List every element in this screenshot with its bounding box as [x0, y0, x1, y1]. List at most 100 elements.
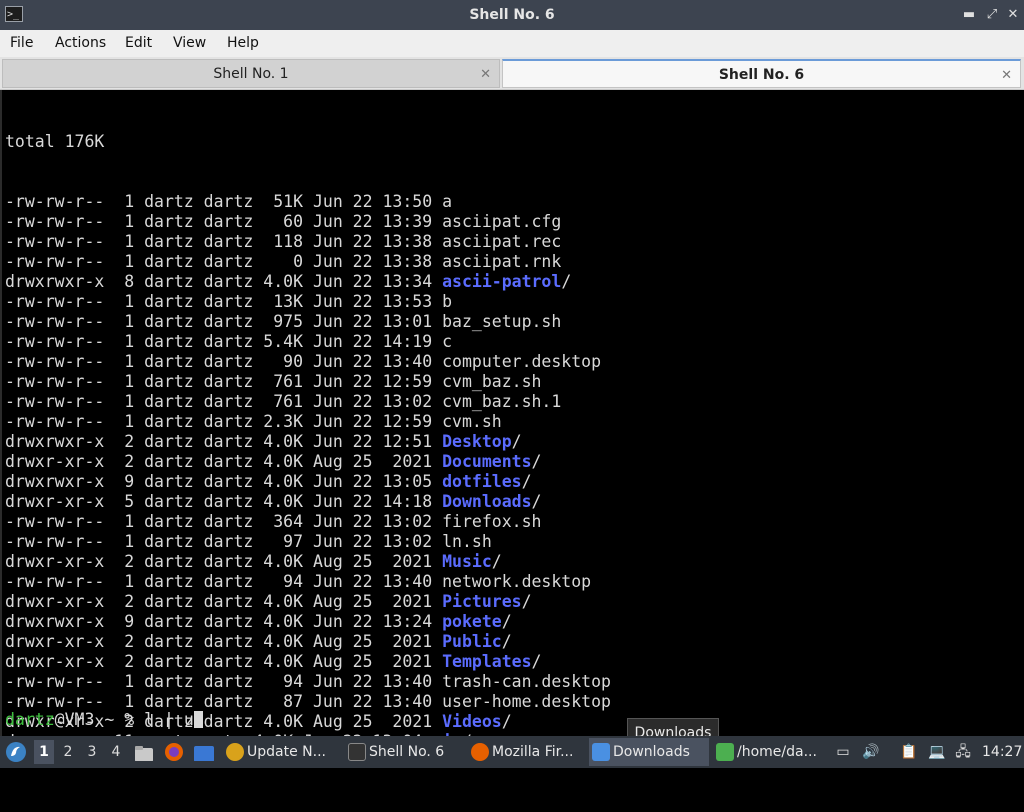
text-cursor	[193, 711, 203, 728]
tab-shell-1[interactable]: Shell No. 1 ✕	[2, 59, 500, 88]
file-name: asciipat.rec	[442, 232, 562, 251]
ls-entry: drwxr-xr-x 2 dartz dartz 4.0K Aug 25 202…	[5, 552, 611, 572]
directory-slash: /	[521, 592, 532, 611]
directory-slash: /	[501, 612, 512, 631]
file-name: cvm.sh	[442, 412, 502, 431]
entry-meta: drwxr-xr-x 2 dartz dartz 4.0K Aug 25 202…	[5, 632, 443, 651]
file-name: computer.desktop	[442, 352, 602, 371]
entry-meta: -rw-rw-r-- 1 dartz dartz 94 Jun 22 13:40	[5, 572, 443, 591]
ls-entry: -rw-rw-r-- 1 dartz dartz 13K Jun 22 13:5…	[5, 292, 611, 312]
directory-slash: /	[491, 552, 502, 571]
ls-entry: -rw-rw-r-- 1 dartz dartz 87 Jun 22 13:40…	[5, 692, 611, 712]
workspace-1[interactable]: 1	[34, 740, 54, 764]
entry-meta: -rw-rw-r-- 1 dartz dartz 90 Jun 22 13:40	[5, 352, 443, 371]
terminal-view[interactable]: total 176K -rw-rw-r-- 1 dartz dartz 51K …	[0, 90, 1024, 771]
directory-name: ascii-patrol	[442, 272, 562, 291]
desktop-launcher-icon[interactable]	[193, 743, 215, 761]
ls-entry: drwxrwxr-x 2 dartz dartz 4.0K Jun 22 12:…	[5, 432, 611, 452]
menu-help[interactable]: Help	[227, 30, 259, 57]
tab-label: Shell No. 1	[213, 66, 289, 82]
text-editor-icon	[716, 743, 734, 761]
clipboard-scroll-icon[interactable]: ▭	[834, 742, 852, 762]
window-title: Shell No. 6	[469, 7, 555, 23]
directory-name: Downloads	[442, 492, 532, 511]
terminal-icon	[348, 743, 366, 761]
ls-entry: -rw-rw-r-- 1 dartz dartz 2.3K Jun 22 12:…	[5, 412, 611, 432]
directory-name: Music	[442, 552, 492, 571]
file-name: b	[442, 292, 453, 311]
entry-meta: drwxr-xr-x 2 dartz dartz 4.0K Aug 25 202…	[5, 592, 443, 611]
ls-entry: -rw-rw-r-- 1 dartz dartz 761 Jun 22 13:0…	[5, 392, 611, 412]
entry-meta: -rw-rw-r-- 1 dartz dartz 87 Jun 22 13:40	[5, 692, 443, 711]
ls-entry: -rw-rw-r-- 1 dartz dartz 364 Jun 22 13:0…	[5, 512, 611, 532]
entry-meta: drwxrwxr-x 9 dartz dartz 4.0K Jun 22 13:…	[5, 612, 443, 631]
file-name: c	[442, 332, 453, 351]
task-label: Shell No. 6	[369, 744, 445, 760]
task-text-editor[interactable]: /home/da...	[713, 738, 827, 766]
tab-shell-6[interactable]: Shell No. 6 ✕	[502, 59, 1021, 88]
directory-name: dotfiles	[442, 472, 522, 491]
entry-meta: -rw-rw-r-- 1 dartz dartz 761 Jun 22 12:5…	[5, 372, 443, 391]
firefox-launcher-icon[interactable]	[164, 742, 184, 762]
directory-name: Desktop	[442, 432, 512, 451]
clipboard-icon[interactable]: 📋	[900, 742, 918, 762]
ls-entry: drwxr-xr-x 2 dartz dartz 4.0K Aug 25 202…	[5, 652, 611, 672]
prompt-host-path: @VM3 ~ %	[54, 710, 145, 729]
workspace-3[interactable]: 3	[82, 740, 102, 764]
entry-meta: -rw-rw-r-- 1 dartz dartz 975 Jun 22 13:0…	[5, 312, 443, 331]
volume-icon[interactable]: 🔊	[862, 742, 880, 762]
start-menu-icon[interactable]	[4, 740, 28, 764]
file-name: cvm_baz.sh.1	[442, 392, 562, 411]
menu-actions[interactable]: Actions	[55, 30, 106, 57]
display-icon[interactable]: 💻	[928, 742, 946, 762]
ls-entry: -rw-rw-r-- 1 dartz dartz 975 Jun 22 13:0…	[5, 312, 611, 332]
task-shell-no-6[interactable]: Shell No. 6	[345, 738, 463, 766]
file-manager-launcher-icon[interactable]	[134, 743, 154, 761]
menu-file[interactable]: File	[10, 30, 33, 57]
task-mozilla-firefox[interactable]: Mozilla Fir...	[468, 738, 584, 766]
directory-slash: /	[561, 272, 572, 291]
entry-meta: -rw-rw-r-- 1 dartz dartz 364 Jun 22 13:0…	[5, 512, 443, 531]
file-name: user-home.desktop	[442, 692, 611, 711]
clock[interactable]: 14:27	[982, 736, 1022, 768]
file-name: trash-can.desktop	[442, 672, 611, 691]
close-icon[interactable]: ✕	[1004, 6, 1022, 24]
entry-meta: -rw-rw-r-- 1 dartz dartz 13K Jun 22 13:5…	[5, 292, 443, 311]
file-name: asciipat.cfg	[442, 212, 562, 231]
menu-edit[interactable]: Edit	[125, 30, 152, 57]
directory-name: Templates	[442, 652, 532, 671]
tab-close-icon[interactable]: ✕	[1001, 61, 1012, 90]
shell-prompt[interactable]: dartz@VM3 ~ % l | u	[5, 710, 203, 730]
maximize-icon[interactable]: ⤢	[983, 6, 1001, 24]
entry-meta: -rw-rw-r-- 1 dartz dartz 2.3K Jun 22 12:…	[5, 412, 443, 431]
task-label: /home/da...	[737, 744, 817, 760]
menu-view[interactable]: View	[173, 30, 206, 57]
file-name: cvm_baz.sh	[442, 372, 542, 391]
ls-entry: -rw-rw-r-- 1 dartz dartz 94 Jun 22 13:40…	[5, 672, 611, 692]
ls-entry: -rw-rw-r-- 1 dartz dartz 97 Jun 22 13:02…	[5, 532, 611, 552]
tab-label: Shell No. 6	[718, 67, 805, 83]
file-name: asciipat.rnk	[442, 252, 562, 271]
directory-name: Pictures	[442, 592, 522, 611]
network-icon[interactable]: 🖧	[954, 742, 972, 762]
task-update-notifier[interactable]: Update N...	[223, 738, 341, 766]
tab-close-icon[interactable]: ✕	[480, 60, 491, 89]
workspace-4[interactable]: 4	[106, 740, 126, 764]
folder-icon	[592, 743, 610, 761]
ls-output: total 176K -rw-rw-r-- 1 dartz dartz 51K …	[5, 92, 611, 812]
task-label: Downloads	[613, 744, 690, 760]
tab-bar: Shell No. 1 ✕ Shell No. 6 ✕	[0, 57, 1024, 90]
entry-meta: -rw-rw-r-- 1 dartz dartz 94 Jun 22 13:40	[5, 672, 443, 691]
workspace-2[interactable]: 2	[58, 740, 78, 764]
minimize-icon[interactable]: ▬	[960, 6, 978, 24]
ls-entry: -rw-rw-r-- 1 dartz dartz 90 Jun 22 13:40…	[5, 352, 611, 372]
ls-entry: drwxr-xr-x 2 dartz dartz 4.0K Aug 25 202…	[5, 452, 611, 472]
entry-meta: drwxr-xr-x 2 dartz dartz 4.0K Aug 25 202…	[5, 552, 443, 571]
entry-meta: -rw-rw-r-- 1 dartz dartz 5.4K Jun 22 14:…	[5, 332, 443, 351]
ls-entry: -rw-rw-r-- 1 dartz dartz 0 Jun 22 13:38 …	[5, 252, 611, 272]
window-titlebar[interactable]: >_ Shell No. 6 ▬ ⤢ ✕	[0, 0, 1024, 30]
entry-meta: -rw-rw-r-- 1 dartz dartz 0 Jun 22 13:38	[5, 252, 443, 271]
directory-slash: /	[531, 492, 542, 511]
task-downloads[interactable]: Downloads	[589, 738, 709, 766]
directory-slash: /	[521, 472, 532, 491]
